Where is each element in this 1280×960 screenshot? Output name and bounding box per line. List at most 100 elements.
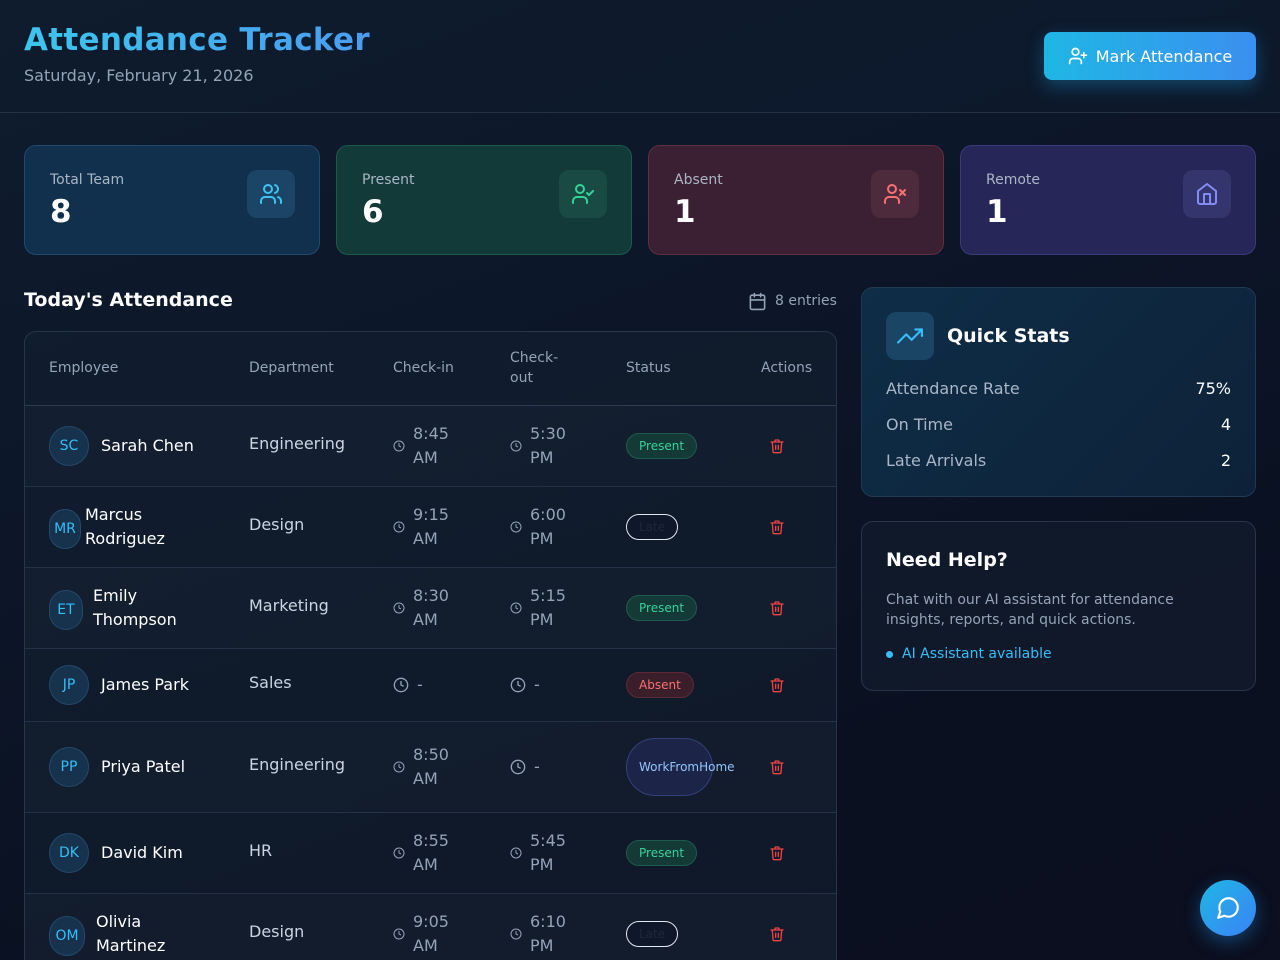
column-header-checkout-line1: Check- [510, 350, 559, 366]
checkout-cell: 5:30 PM [510, 422, 566, 470]
employee-name: James Park [101, 675, 189, 694]
employee-name-last: Rodriguez [85, 529, 165, 548]
quick-stat-label: Attendance Rate [886, 378, 1020, 398]
delete-button[interactable] [769, 845, 785, 861]
checkin-cell: 8:55 AM [393, 829, 449, 877]
clock-icon [393, 602, 405, 614]
trash-icon [770, 927, 784, 942]
checkin-meridiem: AM [413, 529, 438, 548]
delete-button[interactable] [769, 438, 785, 454]
column-header-checkout: Check- out [510, 348, 558, 388]
user-check-icon [559, 170, 607, 218]
column-header-employee: Employee [49, 360, 119, 376]
status-dot-icon [886, 650, 893, 658]
checkin-cell: 8:45 AM [393, 422, 449, 470]
checkin-time: 9:05 [413, 912, 449, 931]
checkout-meridiem: PM [530, 448, 554, 467]
stat-card-absent: Absent 1 [648, 145, 944, 255]
stat-label: Remote [986, 172, 1041, 188]
quick-stats-card: Quick Stats Attendance Rate 75% On Time … [861, 287, 1256, 497]
quick-stat-value: 75% [1195, 378, 1231, 398]
employee-name: Priya Patel [101, 757, 186, 776]
column-header-checkout-line2: out [510, 370, 533, 386]
employee-name: David Kim [101, 843, 183, 862]
status-badge: Work From Home [626, 738, 735, 796]
avatar: MR [49, 509, 81, 549]
delete-button[interactable] [769, 519, 785, 535]
status-line: Work [639, 760, 670, 774]
checkout-cell: 6:00 PM [510, 503, 566, 551]
checkin-cell: 8:50 AM [393, 743, 449, 791]
employee-cell: DK David Kim [49, 833, 183, 873]
table-row: DK David Kim HR 8:55 AM 5:45 PM Present [25, 813, 836, 894]
avatar: PP [49, 747, 89, 787]
clock-icon [510, 521, 522, 533]
column-header-actions: Actions [761, 360, 813, 376]
employee-cell: SC Sarah Chen [49, 426, 194, 466]
stat-label: Present [362, 172, 415, 188]
chat-button[interactable] [1200, 880, 1256, 936]
delete-button[interactable] [769, 759, 785, 775]
trash-icon [770, 601, 784, 616]
quick-stat-label: Late Arrivals [886, 450, 987, 470]
clock-icon [393, 847, 405, 859]
quick-stat-label: On Time [886, 414, 953, 434]
status-badge: Late [626, 921, 679, 947]
table-row: SC Sarah Chen Engineering 8:45 AM 5:30 PM … [25, 406, 836, 487]
table-row: MR Marcus Rodriguez Design 9:15 AM 6:00 PM … [25, 487, 836, 568]
trash-icon [770, 439, 784, 454]
ai-assistant-status-label: AI Assistant available [902, 646, 1052, 662]
entries-label: 8 entries [775, 293, 837, 309]
clock-icon [393, 677, 409, 693]
status-line: From [669, 760, 700, 774]
checkout-meridiem: PM [530, 855, 554, 874]
quick-stat-value: 2 [1220, 450, 1231, 470]
department: Engineering [249, 434, 345, 453]
avatar: JP [49, 665, 89, 705]
checkout-meridiem: PM [530, 936, 554, 955]
checkout-cell: - [510, 673, 540, 697]
checkout-time: 5:45 [530, 831, 566, 850]
department: Engineering [249, 755, 345, 774]
checkout-time: - [534, 757, 540, 776]
checkin-time: 8:45 [413, 424, 449, 443]
checkin-time: - [417, 675, 423, 694]
employee-name-first: Emily [93, 586, 138, 605]
employee-cell: ET Emily Thompson [49, 586, 177, 632]
delete-button[interactable] [769, 926, 785, 942]
employee-cell: PP Priya Patel [49, 747, 185, 787]
mark-attendance-label: Mark Attendance [1095, 46, 1233, 66]
attendance-table: Employee Department Check-in Check- out … [24, 331, 837, 960]
trash-icon [770, 846, 784, 861]
employee-name-last: Thompson [93, 610, 177, 629]
clock-icon [393, 761, 405, 773]
status-line: Home [699, 760, 735, 774]
checkout-time: - [534, 675, 540, 694]
trending-up-icon [886, 312, 934, 360]
avatar: SC [49, 426, 89, 466]
current-date: Saturday, February 21, 2026 [24, 66, 254, 85]
table-header: Employee Department Check-in Check- out … [25, 332, 836, 406]
delete-button[interactable] [769, 677, 785, 693]
mark-attendance-button[interactable]: Mark Attendance [1044, 32, 1256, 80]
checkin-cell: 9:15 AM [393, 503, 449, 551]
column-header-department: Department [249, 360, 334, 376]
department: Design [249, 922, 305, 941]
avatar: DK [49, 833, 89, 873]
checkout-time: 5:15 [530, 586, 566, 605]
delete-button[interactable] [769, 600, 785, 616]
stat-value: 1 [986, 194, 1008, 230]
clock-icon [510, 928, 522, 940]
checkin-time: 8:30 [413, 586, 449, 605]
checkout-cell: 5:45 PM [510, 829, 566, 877]
employee-cell: JP James Park [49, 665, 189, 705]
home-icon [1183, 170, 1231, 218]
department: HR [249, 841, 273, 860]
users-icon [247, 170, 295, 218]
employee-cell: MR Marcus Rodriguez [49, 505, 165, 551]
quick-stats-title: Quick Stats [947, 325, 1070, 347]
checkin-meridiem: AM [413, 855, 438, 874]
clock-icon [510, 759, 526, 775]
trash-icon [770, 520, 784, 535]
trash-icon [770, 678, 784, 693]
